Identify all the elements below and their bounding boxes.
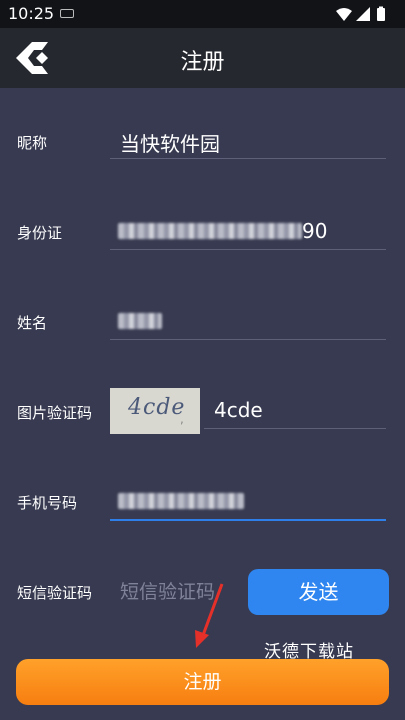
sms-label: 短信验证码 [17, 584, 93, 602]
status-icons [336, 6, 385, 21]
status-bar: 10:25 [0, 0, 405, 28]
nickname-field[interactable]: 当快软件园 [110, 122, 386, 159]
captcha-label: 图片验证码 [17, 404, 93, 422]
phone-label: 手机号码 [17, 494, 78, 512]
register-button[interactable]: 注册 [16, 659, 389, 705]
id-suffix: 90 [302, 219, 328, 243]
captcha-input[interactable]: 4cde [204, 392, 386, 429]
nickname-label: 昵称 [17, 134, 48, 152]
captcha-image[interactable]: 4cde , [110, 388, 200, 434]
arrow-annotation-icon [195, 583, 224, 648]
id-field[interactable]: 90 [110, 213, 386, 250]
id-label: 身份证 [17, 224, 63, 242]
page-title: 注册 [180, 50, 225, 75]
send-button[interactable]: 发送 [248, 569, 389, 615]
status-time: 10:25 [8, 4, 55, 23]
wifi-icon [336, 8, 352, 21]
battery-icon [377, 8, 385, 21]
id-redacted [118, 223, 302, 239]
app-bar: 注册 [0, 28, 405, 88]
phone-field[interactable] [110, 483, 386, 521]
phone-redacted [118, 493, 244, 509]
keyboard-icon [60, 9, 74, 18]
signal-icon [356, 7, 370, 21]
name-label: 姓名 [17, 314, 48, 332]
name-redacted [118, 313, 162, 329]
nickname-value: 当快软件园 [120, 132, 220, 156]
captcha-value: 4cde [214, 398, 263, 422]
captcha-image-text: 4cde [128, 395, 186, 420]
name-field[interactable] [110, 303, 386, 340]
